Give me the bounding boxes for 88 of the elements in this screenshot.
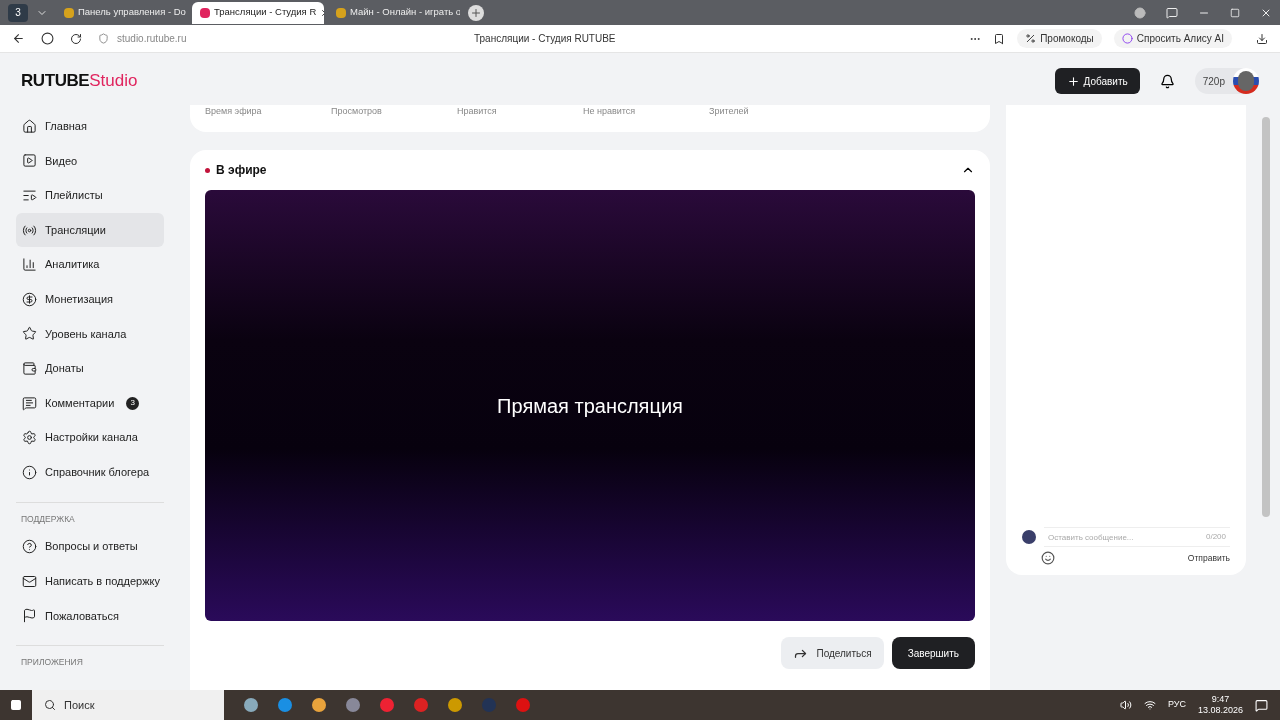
bell-icon[interactable] <box>1159 73 1175 89</box>
browser-tab[interactable]: Трансляции - Студия R <box>192 1 324 24</box>
network-icon[interactable] <box>1143 699 1156 711</box>
browser-tab[interactable]: Майн - Онлайн - играть о <box>328 1 460 24</box>
language-indicator[interactable]: РУС <box>1167 698 1186 712</box>
coin-icon <box>22 291 37 307</box>
wallet-icon <box>22 360 37 376</box>
site-icon <box>64 7 74 18</box>
stat-label: Нравится <box>457 105 498 118</box>
volume-icon[interactable] <box>1119 699 1132 711</box>
stat-label: Время эфира <box>205 105 261 118</box>
app-icon[interactable] <box>380 698 394 712</box>
sidebar-item[interactable]: Главная <box>16 109 164 144</box>
notifications-icon[interactable] <box>1255 698 1268 712</box>
site-icon <box>336 7 346 18</box>
video-player[interactable]: Прямая трансляция <box>205 190 975 621</box>
percent-icon <box>1025 33 1037 44</box>
stat-label: Зрителей <box>709 105 750 118</box>
sidebar-item[interactable]: Написать в поддержку <box>16 563 164 599</box>
video-title: Прямая трансляция <box>497 393 683 419</box>
bookmark-icon[interactable] <box>993 32 1006 45</box>
add-button[interactable]: Добавить <box>1054 68 1140 94</box>
sidebar-item[interactable]: Пожаловаться <box>16 598 164 634</box>
app-icon[interactable] <box>448 698 462 712</box>
section-title: ПРИЛОЖЕНИЯ <box>20 656 84 669</box>
sidebar-item[interactable]: Справочник блогера <box>16 454 164 490</box>
url-field[interactable]: studio.rutube.ru <box>98 31 458 46</box>
sidebar-item[interactable]: Вопросы и ответы <box>16 529 164 564</box>
share-button[interactable]: Поделиться <box>781 637 884 669</box>
stat-label: Просмотров <box>331 105 383 118</box>
app-icon[interactable] <box>278 698 292 712</box>
app-icon[interactable] <box>414 698 428 712</box>
shield-icon <box>98 33 109 44</box>
play-icon <box>22 153 37 169</box>
flag-icon <box>22 608 37 624</box>
search-icon <box>44 699 56 711</box>
app-icon[interactable] <box>312 698 326 712</box>
messages-icon[interactable] <box>1166 6 1178 19</box>
stat-label: Не нравится <box>583 105 637 118</box>
tab-count[interactable]: 3 <box>8 3 28 22</box>
message-field[interactable]: Оставить сообщение... <box>1048 528 1206 546</box>
info-icon <box>22 464 37 480</box>
maximize-icon[interactable] <box>1230 7 1240 18</box>
mail-icon <box>22 573 37 589</box>
emoji-icon[interactable] <box>1041 551 1055 565</box>
promo-button[interactable]: Промокоды <box>1017 29 1102 48</box>
end-button[interactable]: Завершить <box>891 637 975 669</box>
playlist-icon <box>22 188 37 203</box>
back-icon[interactable] <box>12 32 25 45</box>
char-counter: 0/200 <box>1205 531 1226 543</box>
sidebar-item[interactable]: Комментарии 3 <box>16 385 164 421</box>
sidebar-item[interactable]: Трансляции <box>16 212 164 248</box>
ring-icon <box>1121 33 1133 44</box>
sidebar-item[interactable]: Видео <box>16 143 164 179</box>
download-icon[interactable] <box>1256 32 1268 45</box>
new-tab-icon[interactable] <box>468 4 484 21</box>
site-icon <box>200 7 210 18</box>
start-icon[interactable] <box>10 699 22 711</box>
section-title: ПОДДЕРЖКА <box>20 512 76 526</box>
profile-icon[interactable] <box>1134 6 1146 19</box>
clock[interactable]: 9:47 13.08.2026 <box>1197 694 1243 716</box>
settings-icon <box>22 430 37 446</box>
sidebar-item[interactable]: Донаты <box>16 351 164 386</box>
sidebar-item[interactable]: Настройки канала <box>16 420 164 455</box>
plus-icon <box>1066 74 1080 88</box>
sidebar-item[interactable]: Уровень канала <box>16 316 164 352</box>
taskbar-search[interactable]: Поиск <box>32 690 224 720</box>
stream-status: В эфире <box>216 162 267 179</box>
app-icon[interactable] <box>244 698 258 712</box>
sidebar-item[interactable]: Плейлисты <box>16 178 164 213</box>
avatar[interactable] <box>1233 68 1259 94</box>
assistant-button[interactable]: Спросить Алису AI <box>1113 29 1232 48</box>
page-title: Трансляции - Студия RUTUBE <box>474 32 616 46</box>
help-icon <box>22 539 37 555</box>
home-icon <box>22 118 37 134</box>
sidebar-item[interactable]: Аналитика <box>16 247 164 282</box>
app-icon[interactable] <box>346 698 360 712</box>
chart-icon <box>22 257 37 273</box>
avatar <box>1022 530 1036 544</box>
comment-icon <box>22 395 37 411</box>
send-button[interactable]: Отправить <box>1187 551 1230 565</box>
quality-chip[interactable]: 720p <box>1194 68 1259 94</box>
logo[interactable]: RUTUBEStudio <box>21 68 138 94</box>
star-icon <box>22 326 37 342</box>
browser-tab[interactable]: Панель управления - Do <box>56 1 188 24</box>
reload-icon[interactable] <box>70 32 82 45</box>
sidebar-item[interactable]: Монетизация <box>16 281 164 317</box>
count-badge: 3 <box>126 396 140 410</box>
